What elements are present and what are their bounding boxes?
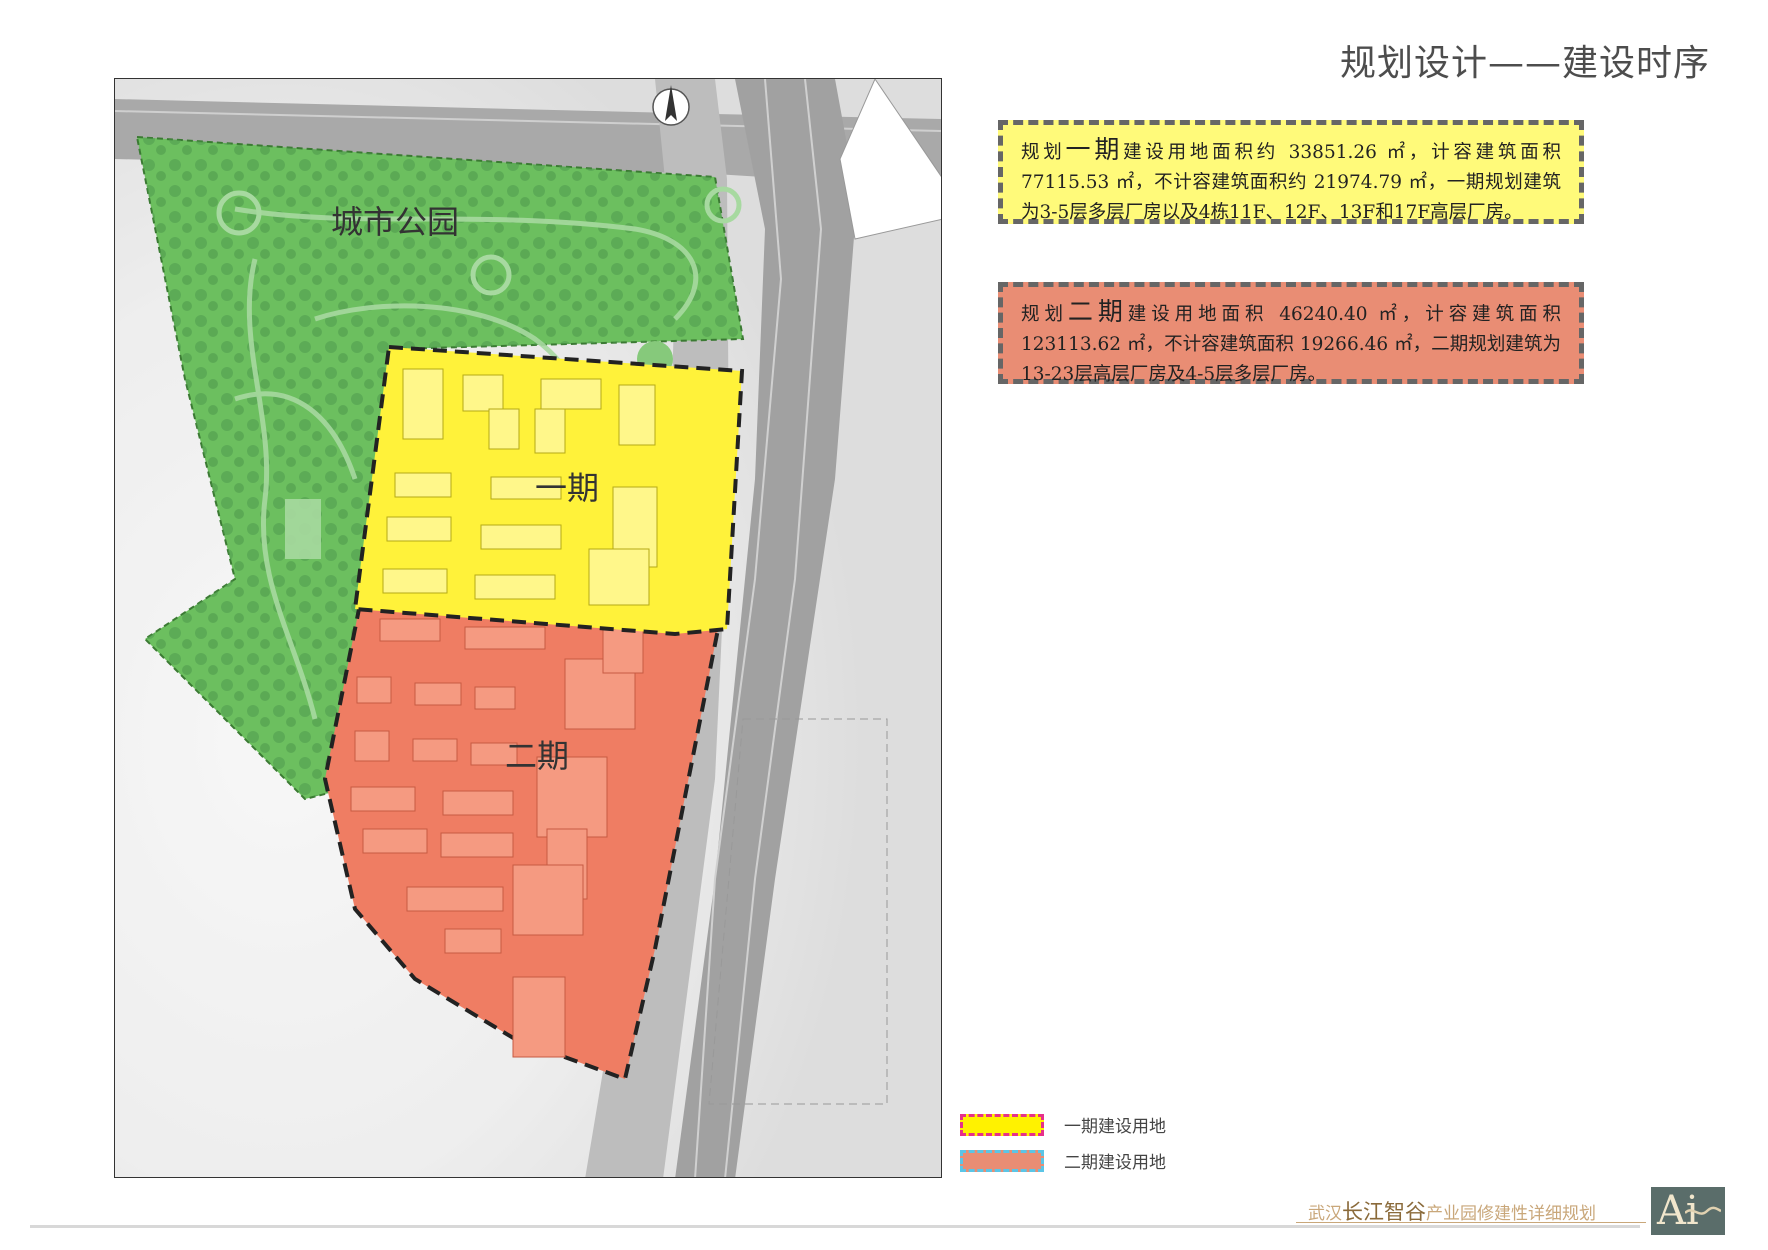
footer-post: 产业园修建性详细规划 xyxy=(1426,1204,1596,1224)
company-logo: Ai xyxy=(1651,1187,1725,1235)
park-label: 城市公园 xyxy=(331,203,460,241)
wave-icon xyxy=(1685,1206,1721,1215)
phase1-info-prefix: 规划 xyxy=(1021,142,1066,163)
phase2-label: 二期 xyxy=(505,737,570,775)
footer-pre: 武汉 xyxy=(1308,1204,1342,1224)
legend-phase2: 二期建设用地 xyxy=(960,1148,1166,1173)
phase1-label: 一期 xyxy=(535,469,600,507)
legend-phase1-swatch xyxy=(960,1113,1044,1136)
footer-em: 长江智谷 xyxy=(1342,1200,1426,1224)
legend-phase2-swatch xyxy=(960,1149,1044,1172)
phase2-info-prefix: 规划 xyxy=(1021,304,1068,325)
phase1-info-box: 规划一期建设用地面积约 33851.26 ㎡，计容建筑面积 77115.53 ㎡… xyxy=(998,120,1584,224)
page-title: 规划设计——建设时序 xyxy=(1339,43,1710,84)
legend-phase1-label: 一期建设用地 xyxy=(1064,1117,1166,1137)
legend-phase2-label: 二期建设用地 xyxy=(1064,1153,1166,1173)
phase2-info-box: 规划二期建设用地面积 46240.40 ㎡，计容建筑面积 123113.62 ㎡… xyxy=(998,282,1584,385)
legend-phase1: 一期建设用地 xyxy=(960,1112,1166,1137)
site-plan-svg xyxy=(115,79,941,1177)
phase2-info-title: 二期 xyxy=(1067,297,1128,326)
footer-project-name: 武汉长江智谷产业园修建性详细规划 xyxy=(1308,1196,1596,1226)
phase1-info-title: 一期 xyxy=(1065,135,1124,164)
site-plan-map: 城市公园 一期 二期 xyxy=(114,78,942,1178)
